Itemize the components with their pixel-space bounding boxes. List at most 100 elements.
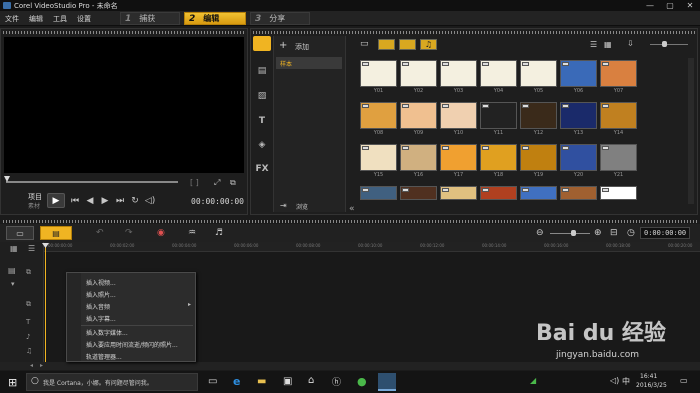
folder-item-sample[interactable]: 样本 xyxy=(276,57,342,69)
end-icon[interactable]: ⏭ xyxy=(113,195,127,207)
start-icon[interactable]: ⊞ xyxy=(8,376,17,389)
library-thumbnail[interactable] xyxy=(440,60,477,87)
library-thumbnail[interactable] xyxy=(520,144,557,171)
zoom-handle[interactable] xyxy=(571,230,576,236)
library-thumbnail[interactable] xyxy=(440,102,477,129)
library-thumbnail[interactable] xyxy=(600,186,637,200)
sort-icon[interactable]: ⇩ xyxy=(627,39,634,48)
thumb-size-handle[interactable] xyxy=(662,41,667,47)
library-thumbnail[interactable] xyxy=(520,102,557,129)
menu-settings[interactable]: 设置 xyxy=(77,14,91,24)
video-track-icon[interactable]: ▤ xyxy=(8,266,16,275)
repeat-icon[interactable]: ↻ xyxy=(128,195,142,207)
maximize-button[interactable]: ▢ xyxy=(660,0,680,11)
library-thumbnail[interactable] xyxy=(560,144,597,171)
store-icon[interactable]: ▣ xyxy=(283,376,292,387)
library-thumbnail[interactable] xyxy=(600,144,637,171)
add-folder-icon[interactable]: + xyxy=(279,40,287,51)
library-thumbnail[interactable] xyxy=(560,102,597,129)
storyboard-view-icon[interactable]: ▭ xyxy=(6,226,34,240)
transition-icon[interactable]: ▨ xyxy=(254,89,270,103)
menu-insert-digital-media[interactable]: 插入数字媒体... xyxy=(86,328,128,337)
snapshot-icon[interactable]: ⧉ xyxy=(230,178,236,188)
home-icon[interactable]: ⏮ xyxy=(68,195,82,207)
library-thumbnail[interactable] xyxy=(360,186,397,200)
library-thumbnail[interactable] xyxy=(560,60,597,87)
clock-time[interactable]: 16:41 xyxy=(640,373,657,380)
voice-track-icon[interactable]: ♪ xyxy=(26,333,40,342)
clock-date[interactable]: 2016/3/25 xyxy=(636,382,667,389)
add-folder-label[interactable]: 添加 xyxy=(295,42,309,52)
library-thumbnail[interactable] xyxy=(600,102,637,129)
trim-brackets[interactable]: [ ] xyxy=(190,178,199,187)
tab-capture[interactable]: 1 捕获 xyxy=(120,12,180,25)
show-video-toggle[interactable] xyxy=(378,39,395,50)
track-expand-icon[interactable]: ▾ xyxy=(11,280,15,288)
graphic-icon[interactable]: ◈ xyxy=(254,138,270,152)
cortana-search-box[interactable]: ○ 我是 Cortana，小娜。有问题尽管问我。 xyxy=(26,373,198,391)
scroll-right-icon[interactable]: ▸ xyxy=(40,362,43,369)
playhead[interactable] xyxy=(45,247,46,362)
library-thumbnail[interactable] xyxy=(400,60,437,87)
library-thumbnail[interactable] xyxy=(480,186,517,200)
library-thumbnail[interactable] xyxy=(480,144,517,171)
volume-icon[interactable]: ◁) xyxy=(143,195,157,207)
library-thumbnail[interactable] xyxy=(520,186,557,200)
track-manager-icon[interactable]: ▦ xyxy=(10,244,18,253)
clip-mode-label[interactable]: 素材 xyxy=(28,201,40,210)
collapse-icon[interactable]: « xyxy=(349,204,355,214)
overlay-track-icon[interactable]: ⧉ xyxy=(26,300,40,309)
menu-edit[interactable]: 编辑 xyxy=(29,14,43,24)
player-timecode[interactable]: 00:00:00:00 xyxy=(191,197,244,206)
library-scrollbar[interactable] xyxy=(688,58,694,204)
fit-project-icon[interactable]: ⊟ xyxy=(610,228,618,238)
scrub-bar[interactable] xyxy=(6,181,178,183)
zoom-out-icon[interactable]: ⊖ xyxy=(536,228,544,238)
edge-icon[interactable]: e xyxy=(233,375,240,388)
timeline-timecode[interactable]: 0:00:00:00 xyxy=(640,227,690,239)
scroll-left-icon[interactable]: ◂ xyxy=(30,362,33,369)
library-thumbnail[interactable] xyxy=(360,102,397,129)
music-track-icon[interactable]: ♫ xyxy=(26,347,40,356)
show-photo-toggle[interactable] xyxy=(399,39,416,50)
library-thumbnail[interactable] xyxy=(480,60,517,87)
library-thumbnail[interactable] xyxy=(600,60,637,87)
redo-icon[interactable]: ↷ xyxy=(125,228,133,238)
title-track-icon[interactable]: T xyxy=(26,318,40,327)
library-thumbnail[interactable] xyxy=(400,186,437,200)
menu-track-manager[interactable]: 轨道管理器... xyxy=(86,352,122,361)
menu-insert-timelapse[interactable]: 插入要应用时间流逝/频闪的照片... xyxy=(86,340,178,349)
menu-file[interactable]: 文件 xyxy=(5,14,19,24)
explorer-icon[interactable]: ▬ xyxy=(257,376,266,387)
input-method-icon[interactable]: 中 xyxy=(622,376,630,387)
menu-insert-subtitle[interactable]: 插入字幕... xyxy=(86,314,116,323)
library-thumbnail[interactable] xyxy=(440,144,477,171)
videostudio-taskbar-icon[interactable] xyxy=(378,373,396,391)
notification-icon[interactable]: ▭ xyxy=(680,376,688,385)
browse-label[interactable]: 浏览 xyxy=(296,202,308,211)
library-thumbnail[interactable] xyxy=(400,102,437,129)
enlarge-icon[interactable]: ⤢ xyxy=(214,178,220,188)
zoom-in-icon[interactable]: ⊕ xyxy=(594,228,602,238)
instant-project-icon[interactable]: ▤ xyxy=(254,64,270,78)
media-library-icon[interactable] xyxy=(253,36,271,51)
fx-filter-icon[interactable]: FX xyxy=(254,162,270,176)
title-icon[interactable]: T xyxy=(254,114,270,128)
show-audio-toggle[interactable]: ♫ xyxy=(420,39,437,50)
menu-insert-audio[interactable]: 插入音频 xyxy=(86,302,110,311)
timeline-scrollbar[interactable] xyxy=(0,362,700,370)
play-button[interactable]: ▶ xyxy=(47,193,65,208)
folder-icon[interactable]: ▭ xyxy=(360,39,369,49)
library-thumbnail[interactable] xyxy=(400,144,437,171)
browser-360-icon[interactable]: ● xyxy=(357,375,367,388)
ruler-menu-icon[interactable]: ☰ xyxy=(28,244,35,253)
next-frame-icon[interactable]: ▶ xyxy=(98,195,112,207)
minimize-button[interactable]: — xyxy=(640,0,660,11)
project-duration-icon[interactable]: ◷ xyxy=(627,228,635,238)
library-thumbnail[interactable] xyxy=(560,186,597,200)
library-thumbnail[interactable] xyxy=(480,102,517,129)
list-view-icon[interactable]: ☰ xyxy=(590,40,597,49)
timeline-view-icon[interactable]: ▤ xyxy=(40,226,72,240)
library-thumbnail[interactable] xyxy=(440,186,477,200)
tab-share[interactable]: 3 分享 xyxy=(250,12,310,25)
